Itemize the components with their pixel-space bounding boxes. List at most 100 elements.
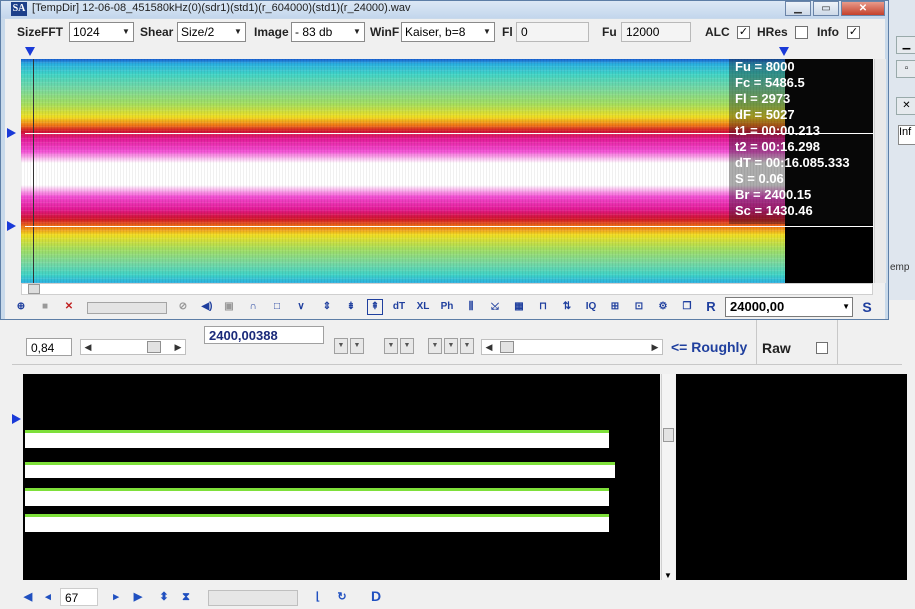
params-toolbar: SizeFFT 1024 ▼ Shear Size/2 ▼ Image - 83 d… (5, 19, 885, 45)
hres-checkbox[interactable] (795, 26, 808, 39)
up-down-icon[interactable]: ⬍ (156, 589, 172, 605)
cursor-right-marker-icon[interactable] (779, 47, 789, 56)
waveform-bar-1-edge (25, 430, 609, 433)
winf-select[interactable]: Kaiser, b=8 ▼ (401, 22, 495, 42)
info-dt: dT = 00:16.085.333 (735, 155, 850, 170)
side-tab-temp[interactable]: emp (890, 262, 915, 278)
waveform-bar-1 (25, 432, 609, 448)
alc-checkbox[interactable]: ✓ (737, 26, 750, 39)
cross-icon[interactable]: ⤩ (487, 299, 503, 315)
dt-icon[interactable]: dT (391, 299, 407, 315)
chevron-down-icon[interactable]: ▼ (480, 23, 494, 41)
freq-lower-cursor-line[interactable] (25, 226, 873, 227)
pattern2-icon[interactable]: ⊡ (631, 299, 647, 315)
updown-arrows-icon[interactable]: ⇅ (559, 299, 575, 315)
rect-icon[interactable]: □ (269, 299, 285, 315)
sizefft-select[interactable]: 1024 ▼ (69, 22, 134, 42)
close-icon: ✕ (858, 3, 868, 14)
maximize-icon: ▭ (821, 3, 831, 14)
gear-icon[interactable]: ⚙ (655, 299, 671, 315)
waveform-bar-4-edge (25, 514, 609, 517)
grid-icon[interactable]: ▦ (511, 299, 527, 315)
freq-upper-marker-icon[interactable] (7, 128, 16, 138)
side-tab-info[interactable]: Inf (898, 125, 915, 145)
spectrogram-vscrollbar[interactable] (874, 59, 886, 283)
pattern-icon[interactable]: ⊞ (607, 299, 623, 315)
pulse-icon[interactable]: ⊓ (535, 299, 551, 315)
side-restore-button[interactable]: ▫ (896, 60, 915, 78)
chart-icon[interactable]: ⌊ (310, 589, 326, 605)
slider-icon[interactable] (87, 302, 167, 314)
first-page-icon[interactable]: ◀ (20, 589, 36, 605)
info-checkbox[interactable]: ✓ (847, 26, 860, 39)
arc-icon[interactable]: ∩ (245, 299, 261, 315)
chevron-down-icon[interactable]: ▼ (119, 23, 133, 41)
chevron-down-icon[interactable]: ▼ (231, 23, 245, 41)
control-panel-border (12, 320, 902, 365)
delete-icon[interactable]: ✕ (61, 299, 77, 315)
freq-lower-marker-icon[interactable] (7, 221, 16, 231)
info-sc: Sc = 1430.46 (735, 203, 813, 218)
ph-icon[interactable]: Ph (439, 299, 455, 315)
vscroll-thumb[interactable] (663, 428, 674, 442)
waveform-svg (25, 430, 615, 532)
tools-toolbar: ⊕ ■ ✕ ⊘ ◀) ▣ ∩ □ ∨ ⇕ ⇟ ⇞ dT XL Ph ⫼ ⤩ ▦ … (5, 295, 885, 319)
image-value: - 83 db (295, 25, 333, 39)
time-cursor-line[interactable] (33, 59, 34, 283)
side-close-button[interactable]: ✕ (896, 97, 915, 115)
next-page-icon[interactable]: ▸ (108, 589, 124, 605)
info-t2: t2 = 00:16.298 (735, 139, 820, 154)
alc-label: ALC (705, 25, 730, 39)
iq-icon[interactable]: IQ (583, 299, 599, 315)
waveform-plot[interactable] (23, 374, 660, 580)
s-button[interactable]: S (859, 299, 875, 315)
hourglass-icon[interactable]: ⧗ (178, 589, 194, 605)
maximize-button[interactable]: ▭ (813, 1, 839, 16)
waveform-vscrollbar[interactable]: ▼ (661, 374, 675, 580)
fl-field[interactable]: 0 (516, 22, 589, 42)
minimize-button[interactable]: ▁ (785, 1, 811, 16)
comb-icon[interactable]: ⫼ (463, 299, 479, 315)
no-icon[interactable]: ⊘ (175, 299, 191, 315)
last-page-icon[interactable]: ▶ (130, 589, 146, 605)
chevron-down-icon[interactable]: ▼ (350, 23, 364, 41)
bottom-slider[interactable] (208, 590, 298, 606)
level-marker-icon[interactable] (12, 414, 21, 424)
info-s: S = 0.06 (735, 171, 784, 186)
up-down-icon[interactable]: ⇕ (319, 299, 335, 315)
square-icon[interactable]: ■ (37, 299, 53, 315)
shear-label: Shear (140, 25, 174, 39)
spectrogram-hscrollbar[interactable] (21, 283, 873, 295)
fu-field[interactable]: 12000 (621, 22, 691, 42)
r-icon[interactable]: R (703, 299, 719, 315)
zoom-in-icon[interactable]: ⊕ (13, 299, 29, 315)
spectrum-window: SA [TempDir] 12-06-08_451580kHz(0)(sdr1)… (0, 0, 889, 320)
chevron-down-icon[interactable]: ▼ (842, 298, 850, 316)
winf-label: WinF (370, 25, 400, 39)
side-minimize-button[interactable]: ▁ (896, 36, 915, 54)
copy-icon[interactable]: ❐ (679, 299, 695, 315)
freq-upper-cursor-line[interactable] (25, 133, 873, 134)
shear-select[interactable]: Size/2 ▼ (177, 22, 246, 42)
xl-icon[interactable]: XL (415, 299, 431, 315)
scroll-down-icon[interactable]: ▼ (664, 571, 672, 580)
info-t1: t1 = 00:00.213 (735, 123, 820, 138)
d-button[interactable]: D (368, 588, 384, 604)
hscroll-thumb[interactable] (28, 284, 40, 294)
refresh-icon[interactable]: ↻ (334, 589, 350, 605)
close-button[interactable]: ✕ (841, 1, 885, 16)
speaker-icon[interactable]: ◀) (199, 299, 215, 315)
side-plot[interactable] (676, 374, 907, 580)
sample-rate-select[interactable]: 24000,00 ▼ (725, 297, 853, 317)
stop-icon[interactable]: ▣ (221, 299, 237, 315)
merge-icon[interactable]: ⇞ (367, 299, 383, 315)
app-icon[interactable]: SA (11, 2, 27, 16)
image-select[interactable]: - 83 db ▼ (291, 22, 365, 42)
v-icon[interactable]: ∨ (293, 299, 309, 315)
prev-page-icon[interactable]: ◂ (40, 589, 56, 605)
page-number-field[interactable]: 67 (60, 588, 98, 606)
split-icon[interactable]: ⇟ (343, 299, 359, 315)
spectrogram[interactable] (21, 59, 785, 283)
hres-label: HRes (757, 25, 788, 39)
cursor-left-marker-icon[interactable] (25, 47, 35, 56)
